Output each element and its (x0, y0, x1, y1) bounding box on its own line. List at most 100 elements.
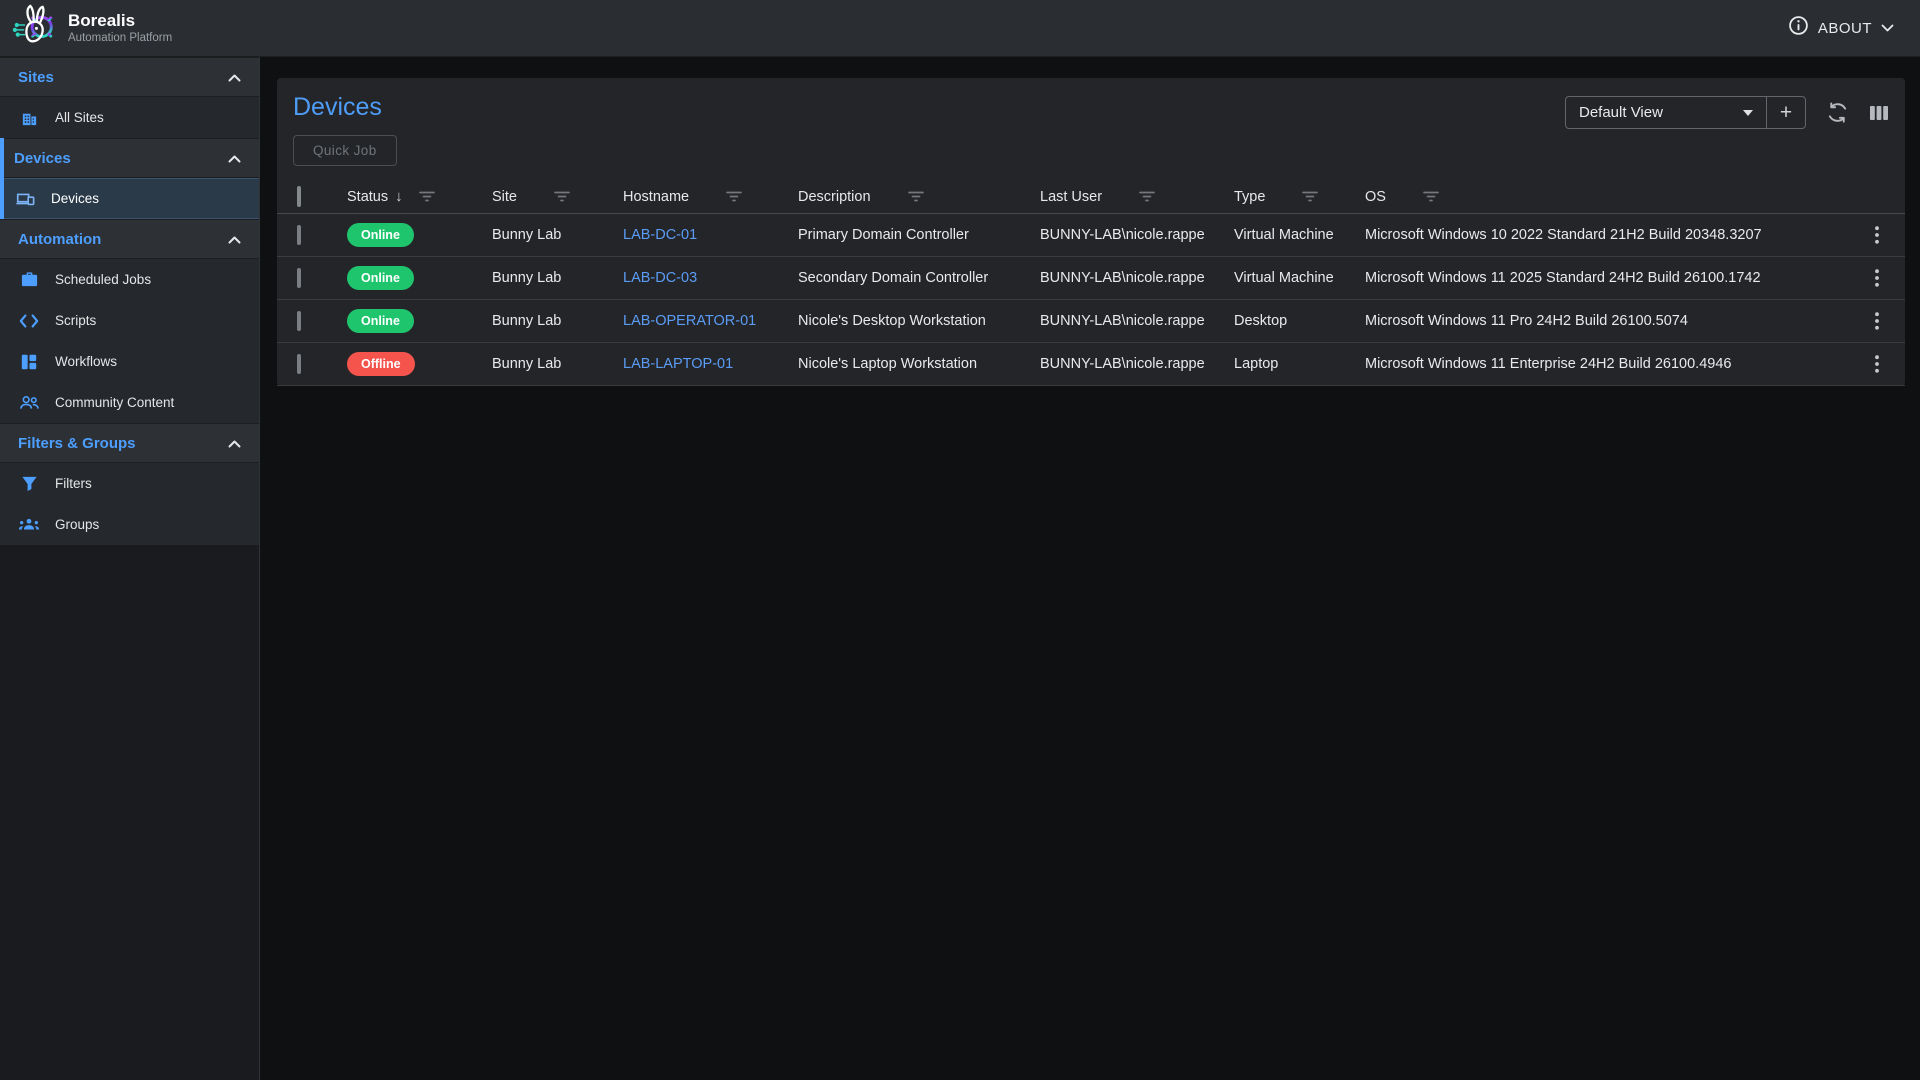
about-label: ABOUT (1818, 20, 1872, 37)
sidebar-item-workflows[interactable]: Workflows (0, 341, 259, 382)
quick-job-button[interactable]: Quick Job (293, 135, 397, 166)
row-checkbox[interactable] (297, 268, 301, 288)
column-header-site[interactable]: Site (492, 189, 623, 205)
column-header-hostname[interactable]: Hostname (623, 189, 798, 205)
sort-desc-icon: ↓ (395, 188, 403, 205)
row-actions-kebab-icon[interactable] (1849, 355, 1905, 373)
section-label: Devices (14, 150, 71, 167)
table-toolbar: Default View + (1565, 96, 1889, 129)
devices-table: Status ↓ Site Hostname Description (277, 180, 1905, 386)
os-cell: Microsoft Windows 11 2025 Standard 24H2 … (1365, 270, 1849, 286)
sidebar-section-header-devices[interactable]: Devices (0, 138, 259, 178)
sidebar-section-devices: Devices Devices (0, 138, 259, 219)
table-row: Online Bunny Lab LAB-OPERATOR-01 Nicole'… (277, 300, 1905, 343)
filter-icon[interactable] (1301, 190, 1319, 203)
sidebar-item-scheduled-jobs[interactable]: Scheduled Jobs (0, 259, 259, 300)
row-actions-kebab-icon[interactable] (1849, 312, 1905, 330)
hostname-link[interactable]: LAB-OPERATOR-01 (623, 313, 756, 329)
row-checkbox[interactable] (297, 354, 301, 374)
columns-icon[interactable] (1869, 104, 1889, 122)
filter-icon[interactable] (1138, 190, 1156, 203)
site-cell: Bunny Lab (492, 227, 623, 243)
chevron-up-icon (228, 69, 241, 86)
type-cell: Laptop (1234, 356, 1365, 372)
row-checkbox[interactable] (297, 225, 301, 245)
chevron-up-icon (228, 435, 241, 452)
sidebar-section-header-sites[interactable]: Sites (0, 57, 259, 97)
borealis-rabbit-logo-icon (12, 3, 58, 54)
column-header-type[interactable]: Type (1234, 189, 1365, 205)
sidebar-item-label: Filters (55, 476, 92, 491)
filter-icon[interactable] (907, 190, 925, 203)
app-subtitle: Automation Platform (68, 31, 172, 45)
description-cell: Nicole's Desktop Workstation (798, 313, 1040, 329)
last-user-cell: BUNNY-LAB\nicole.rappe (1040, 270, 1234, 286)
view-select[interactable]: Default View (1566, 97, 1766, 128)
people-icon (18, 394, 40, 411)
chevron-down-icon (1881, 19, 1894, 37)
sidebar-item-label: Scheduled Jobs (55, 272, 151, 287)
column-header-status[interactable]: Status ↓ (347, 188, 492, 205)
sidebar-section-header-filters-groups[interactable]: Filters & Groups (0, 423, 259, 463)
info-icon (1788, 15, 1809, 41)
about-menu[interactable]: ABOUT (1788, 15, 1894, 41)
sidebar-item-label: Workflows (55, 354, 117, 369)
table-row: Online Bunny Lab LAB-DC-01 Primary Domai… (277, 214, 1905, 257)
hostname-link[interactable]: LAB-LAPTOP-01 (623, 356, 733, 372)
last-user-cell: BUNNY-LAB\nicole.rappe (1040, 356, 1234, 372)
last-user-cell: BUNNY-LAB\nicole.rappe (1040, 313, 1234, 329)
workflow-icon (18, 353, 40, 371)
sidebar: Sites All Sites Devices (0, 57, 260, 1080)
filter-funnel-icon (18, 475, 40, 492)
description-cell: Nicole's Laptop Workstation (798, 356, 1040, 372)
os-cell: Microsoft Windows 11 Pro 24H2 Build 2610… (1365, 313, 1849, 329)
view-select-value: Default View (1579, 104, 1663, 121)
row-actions-kebab-icon[interactable] (1849, 269, 1905, 287)
chevron-up-icon (228, 150, 241, 167)
description-cell: Primary Domain Controller (798, 227, 1040, 243)
topbar: Borealis Automation Platform ABOUT (0, 0, 1920, 57)
filter-icon[interactable] (1422, 190, 1440, 203)
row-actions-kebab-icon[interactable] (1849, 226, 1905, 244)
table-header-row: Status ↓ Site Hostname Description (277, 180, 1905, 214)
devices-icon (14, 189, 36, 209)
chevron-up-icon (228, 231, 241, 248)
hostname-link[interactable]: LAB-DC-03 (623, 270, 697, 286)
column-header-os[interactable]: OS (1365, 189, 1849, 205)
sidebar-item-label: Devices (51, 191, 99, 206)
filter-icon[interactable] (418, 190, 436, 203)
last-user-cell: BUNNY-LAB\nicole.rappe (1040, 227, 1234, 243)
add-view-button[interactable]: + (1767, 97, 1805, 128)
sidebar-item-filters[interactable]: Filters (0, 463, 259, 504)
sidebar-item-label: Scripts (55, 313, 96, 328)
sidebar-item-devices[interactable]: Devices (0, 178, 259, 219)
type-cell: Desktop (1234, 313, 1365, 329)
sidebar-item-groups[interactable]: Groups (0, 504, 259, 545)
status-badge: Online (347, 223, 414, 247)
select-all-checkbox[interactable] (297, 186, 301, 207)
sidebar-item-label: Community Content (55, 395, 174, 410)
site-cell: Bunny Lab (492, 313, 623, 329)
site-cell: Bunny Lab (492, 270, 623, 286)
sidebar-item-all-sites[interactable]: All Sites (0, 97, 259, 138)
column-header-description[interactable]: Description (798, 189, 1040, 205)
section-label: Filters & Groups (18, 435, 136, 452)
sidebar-section-header-automation[interactable]: Automation (0, 219, 259, 259)
sidebar-section-sites: Sites All Sites (0, 57, 259, 138)
status-badge: Online (347, 266, 414, 290)
site-cell: Bunny Lab (492, 356, 623, 372)
filter-icon[interactable] (553, 190, 571, 203)
hostname-link[interactable]: LAB-DC-01 (623, 227, 697, 243)
filter-icon[interactable] (725, 190, 743, 203)
column-header-last-user[interactable]: Last User (1040, 189, 1234, 205)
section-label: Automation (18, 231, 101, 248)
select-caret-icon (1743, 110, 1753, 116)
building-icon (18, 108, 40, 127)
sidebar-section-filters-groups: Filters & Groups Filters (0, 423, 259, 545)
description-cell: Secondary Domain Controller (798, 270, 1040, 286)
sidebar-item-scripts[interactable]: Scripts (0, 300, 259, 341)
row-checkbox[interactable] (297, 311, 301, 331)
sidebar-item-community-content[interactable]: Community Content (0, 382, 259, 423)
os-cell: Microsoft Windows 10 2022 Standard 21H2 … (1365, 227, 1849, 243)
refresh-icon[interactable] (1826, 101, 1849, 124)
